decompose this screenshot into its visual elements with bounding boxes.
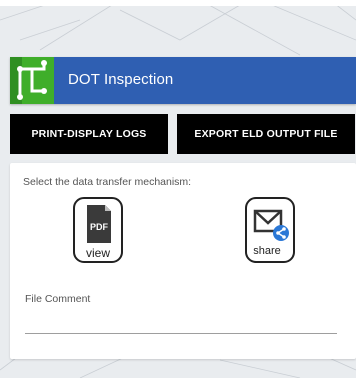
- transfer-card: Select the data transfer mechanism: PDF …: [10, 163, 356, 359]
- file-comment-input[interactable]: [25, 311, 337, 334]
- file-comment-label: File Comment: [25, 293, 91, 305]
- top-strip: [0, 0, 356, 6]
- pdf-view-button[interactable]: PDF view: [73, 197, 123, 263]
- share-button[interactable]: share: [245, 197, 295, 263]
- share-caption: share: [253, 245, 281, 257]
- transfer-prompt: Select the data transfer mechanism:: [23, 176, 192, 188]
- app-header: DOT Inspection: [10, 57, 356, 104]
- pdf-badge: PDF: [90, 222, 109, 232]
- pdf-view-icon: PDF view: [86, 205, 111, 260]
- mail-share-icon: share: [253, 209, 289, 257]
- app-logo: [10, 57, 54, 104]
- pdf-caption: view: [86, 246, 110, 260]
- export-eld-output-file-button[interactable]: EXPORT ELD OUTPUT FILE: [177, 114, 355, 154]
- print-display-logs-button[interactable]: PRINT-DISPLAY LOGS: [10, 114, 168, 154]
- page-title: DOT Inspection: [68, 71, 174, 88]
